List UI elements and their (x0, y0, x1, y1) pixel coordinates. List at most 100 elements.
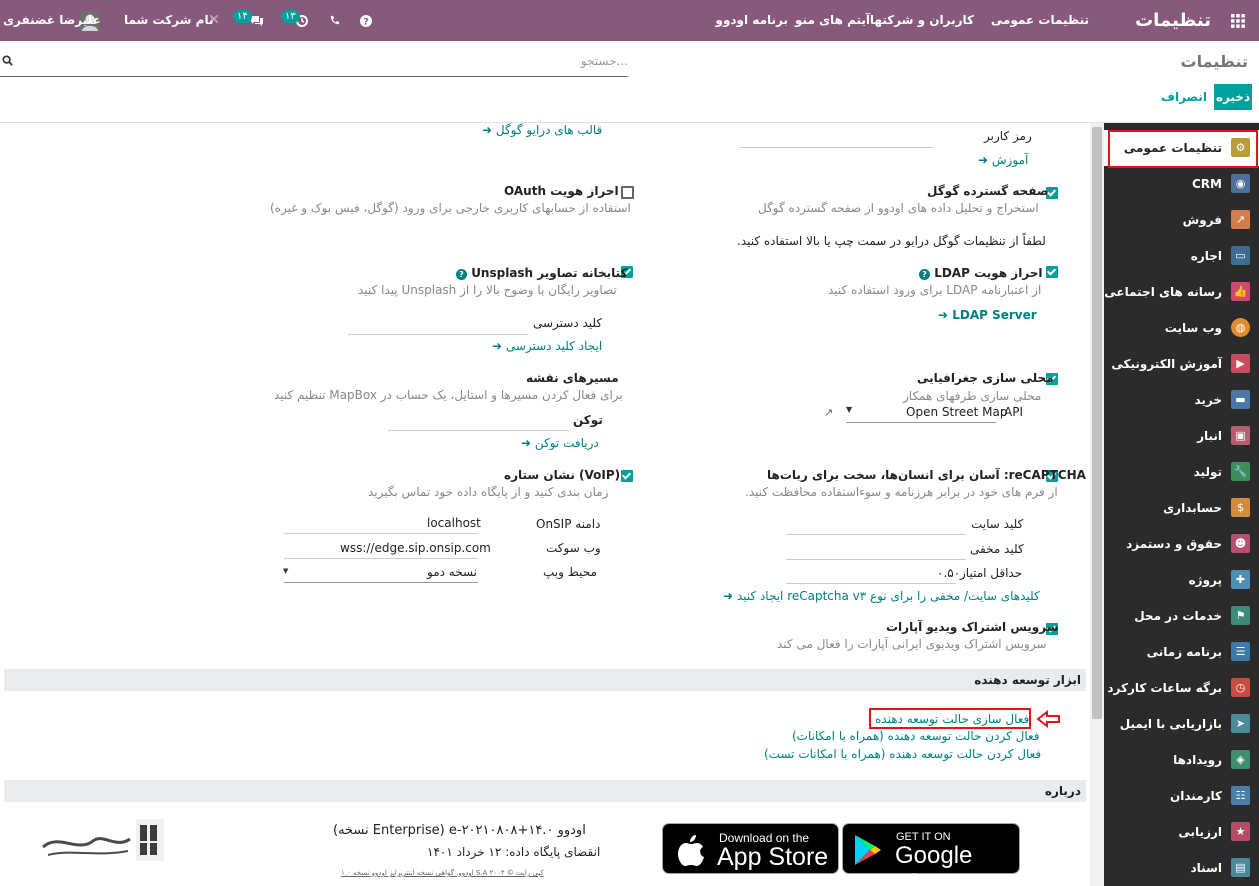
user-name[interactable]: علیرضا غضنفری (3, 0, 101, 41)
voip-checkbox[interactable] (621, 470, 633, 482)
appstore-big-text: App Store (717, 843, 829, 871)
sidebar-item-crm[interactable]: ◉ CRM (1104, 166, 1259, 202)
help-icon[interactable]: ? (919, 269, 930, 280)
oauth-checkbox[interactable] (621, 186, 634, 199)
help-icon[interactable]: ? (456, 269, 467, 280)
sidebar-item-website[interactable]: ◍ وب سایت (1104, 310, 1259, 346)
sidebar-item-field-service[interactable]: ⚑ خدمات در محل (1104, 598, 1259, 634)
sales-chart-icon: ↗ (1231, 210, 1250, 229)
drive-templates-link[interactable]: قالب های درایو گوگل ➜ (482, 123, 602, 137)
oauth-title: احراز هویت OAuth (504, 184, 619, 198)
planning-icon: ☰ (1231, 642, 1250, 661)
sidebar-item-accounting[interactable]: $ حسابداری (1104, 490, 1259, 526)
google-play-button[interactable]: GET IT ON Google Play (842, 823, 1020, 886)
chevron-down-icon[interactable]: ▼ (846, 405, 852, 414)
sidebar-item-payroll[interactable]: ☻ حقوق و دستمزد (1104, 526, 1259, 562)
onsip-label: دامنه OnSIP (536, 517, 601, 531)
messages-icon[interactable] (248, 0, 266, 41)
scrollbar-thumb[interactable] (1092, 127, 1102, 719)
activity-badge: ۱۳ (281, 10, 300, 23)
phone-icon[interactable] (326, 0, 342, 41)
crm-icon: ◉ (1231, 174, 1250, 193)
websocket-underline (284, 558, 478, 559)
accounting-icon: $ (1231, 498, 1250, 517)
field-service-icon: ⚑ (1231, 606, 1250, 625)
get-token-link[interactable]: دریافت توکن ➜ (521, 436, 599, 450)
sidebar-item-events[interactable]: ◈ رویدادها (1104, 742, 1259, 778)
oauth-desc: استفاده از حسابهای کاربری خارجی برای ورو… (270, 201, 631, 215)
websocket-label: وب سوکت (546, 541, 601, 555)
env-select[interactable]: نسخه دمو (427, 565, 477, 579)
activate-dev-tests-link[interactable]: فعال کردن حالت توسعه دهنده (همراه با امک… (764, 747, 1041, 761)
menu-odoo-apps[interactable]: برنامه اودوو (715, 0, 788, 41)
recaptcha-keys-link[interactable]: کلیدهای سایت/ مخفی را برای نوع reCaptcha… (723, 589, 1040, 603)
aparat-title: سرویس اشتراک ویدیو آپارات (886, 620, 1059, 634)
min-score-label: حداقل امتیاز (960, 566, 1023, 580)
tutorial-link[interactable]: آموزش ➜ (978, 153, 1028, 167)
sidebar-item-employees[interactable]: ☷ کارمندان (1104, 778, 1259, 814)
api-select[interactable]: Open Street Map (906, 405, 1007, 419)
star-icon: ★ (1231, 822, 1250, 841)
sidebar-item-appraisal[interactable]: ★ ارزیابی (1104, 814, 1259, 850)
sidebar-item-social[interactable]: 👍 رسانه های اجتماعی (1104, 274, 1259, 310)
password-label: رمز کاربر (984, 129, 1032, 143)
search-input[interactable]: جستجو... (581, 54, 628, 68)
access-key-label: کلید دسترسی (533, 316, 603, 330)
secret-key-input[interactable] (786, 559, 966, 560)
svg-text:?: ? (363, 17, 368, 27)
menu-general-settings[interactable]: تنظیمات عمومی (991, 0, 1089, 41)
sidebar-item-sales[interactable]: ↗ فروش (1104, 202, 1259, 238)
onsip-input[interactable]: localhost (427, 516, 481, 530)
company-switcher[interactable]: نام شرکت شما (124, 0, 213, 41)
geo-desc: محلی سازی طرفهای همکار (903, 389, 1042, 403)
aparat-desc: سرویس اشتراک ویدیوی ایرانی آپارات را فعا… (777, 637, 1047, 651)
sidebar-item-email-marketing[interactable]: ➤ بازاریابی با ایمیل (1104, 706, 1259, 742)
onsip-underline (284, 533, 478, 534)
voip-title: (VoIP) نشان ستاره (504, 468, 621, 482)
menu-items[interactable]: آیتم های منو (795, 0, 870, 41)
websocket-input[interactable]: wss://edge.sip.onsip.com (340, 541, 491, 555)
voip-desc: زمان بندی کنید و از پایگاه داده خود تماس… (368, 485, 609, 499)
chevron-down-icon[interactable]: ▼ (283, 567, 288, 575)
external-link-icon[interactable]: ↗ (824, 406, 833, 419)
expiry-text: انقضای پایگاه داده: ۱۲ خرداد ۱۴۰۱ (427, 845, 601, 859)
map-desc: برای فعال کردن مسیرها و استایل، یک حساب … (274, 388, 623, 402)
generate-key-link[interactable]: ایجاد کلید دسترسی ➜ (492, 339, 602, 353)
copyright-text: کپی رایت © ۲۰۰۴ S.A اودوو. گواهی نسخه ای… (341, 869, 544, 877)
token-input[interactable] (388, 430, 568, 431)
sidebar-item-planning[interactable]: ☰ برنامه زمانی (1104, 634, 1259, 670)
unsplash-desc: تصاویر رایگان با وضوح بالا را از Unsplas… (358, 283, 617, 297)
arrow-left-icon (1036, 709, 1061, 731)
search-bar[interactable]: جستجو... (0, 53, 628, 77)
sidebar-item-project[interactable]: ✚ پروژه (1104, 562, 1259, 598)
documents-icon: ▤ (1231, 858, 1250, 877)
geo-title: محلی سازی جغرافیایی (917, 371, 1054, 385)
apps-grid-icon[interactable] (1217, 0, 1259, 41)
cancel-button[interactable]: انصراف (1161, 84, 1207, 110)
sidebar-item-manufacturing[interactable]: 🔧 تولید (1104, 454, 1259, 490)
menu-users-companies[interactable]: کاربران و شرکتها (870, 0, 974, 41)
ldap-checkbox[interactable] (1046, 266, 1058, 278)
save-button[interactable]: ذخیره (1214, 84, 1252, 110)
min-score-input[interactable]: ۰.۵۰ (937, 566, 960, 580)
sidebar-item-timesheets[interactable]: ◷ برگه ساعات کارکرد (1104, 670, 1259, 706)
app-brand[interactable]: تنظیمات (1135, 0, 1211, 41)
content-scrollbar[interactable] (1090, 123, 1104, 886)
sidebar-item-documents[interactable]: ▤ اسناد (1104, 850, 1259, 886)
sidebar-item-purchase[interactable]: ▬ خرید (1104, 382, 1259, 418)
credit-card-icon: ▬ (1231, 390, 1250, 409)
activate-dev-assets-link[interactable]: فعال کردن حالت توسعه دهنده (همراه با امک… (792, 729, 1040, 743)
ticket-icon: ◈ (1231, 750, 1250, 769)
sidebar-item-elearning[interactable]: ▶ آموزش الکترونیکی (1104, 346, 1259, 382)
access-key-input[interactable] (348, 334, 528, 335)
employees-icon: ☷ (1231, 786, 1250, 805)
password-field[interactable] (740, 147, 934, 148)
dev-tools-section: ابزار توسعه دهنده (4, 669, 1086, 691)
search-icon[interactable] (2, 55, 13, 69)
site-key-input[interactable] (786, 534, 966, 535)
help-icon[interactable]: ? (358, 0, 374, 41)
ldap-server-link[interactable]: LDAP Server ➜ (938, 308, 1037, 322)
sidebar-item-inventory[interactable]: ▣ انبار (1104, 418, 1259, 454)
app-store-button[interactable]: Download on the App Store (662, 823, 839, 874)
sidebar-item-rental[interactable]: ▭ اجاره (1104, 238, 1259, 274)
